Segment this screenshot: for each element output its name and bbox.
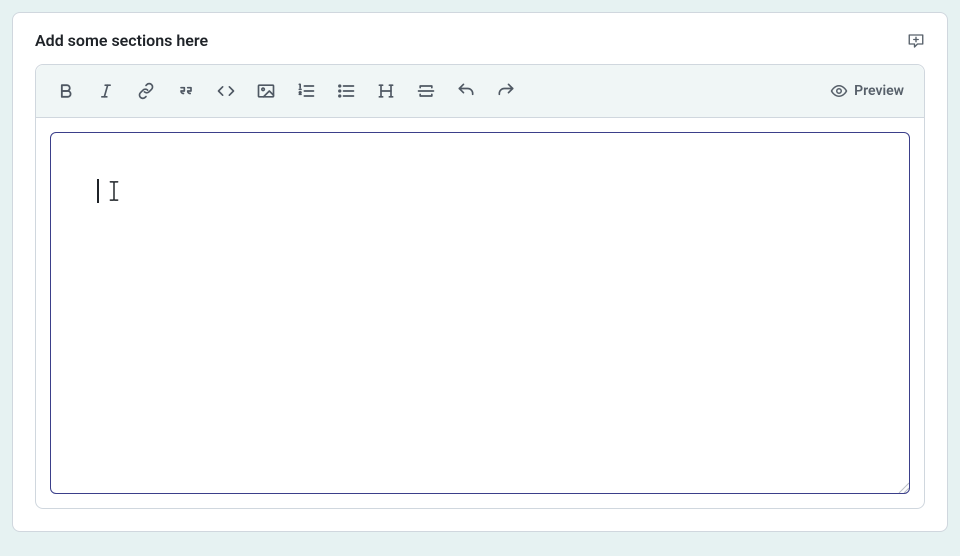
editor-panel: Preview xyxy=(35,64,925,509)
editor-toolbar: Preview xyxy=(36,65,924,118)
card-header: Add some sections here xyxy=(35,31,925,50)
preview-button[interactable]: Preview xyxy=(824,78,910,104)
section-break-button[interactable] xyxy=(410,75,442,107)
content-textarea[interactable] xyxy=(50,132,910,494)
eye-icon xyxy=(830,82,848,100)
unordered-list-icon xyxy=(336,81,356,101)
preview-label: Preview xyxy=(854,83,904,99)
add-comment-button[interactable] xyxy=(907,32,925,50)
card-title: Add some sections here xyxy=(35,31,208,50)
bold-icon xyxy=(56,81,76,101)
redo-icon xyxy=(496,81,516,101)
quote-icon xyxy=(176,81,196,101)
italic-button[interactable] xyxy=(90,75,122,107)
redo-button[interactable] xyxy=(490,75,522,107)
italic-icon xyxy=(96,81,116,101)
image-icon xyxy=(256,81,276,101)
link-button[interactable] xyxy=(130,75,162,107)
unordered-list-button[interactable] xyxy=(330,75,362,107)
image-button[interactable] xyxy=(250,75,282,107)
link-icon xyxy=(136,81,156,101)
editor-card: Add some sections here xyxy=(12,12,948,532)
ordered-list-button[interactable] xyxy=(290,75,322,107)
undo-button[interactable] xyxy=(450,75,482,107)
code-button[interactable] xyxy=(210,75,242,107)
ordered-list-icon xyxy=(296,81,316,101)
undo-icon xyxy=(456,81,476,101)
heading-button[interactable] xyxy=(370,75,402,107)
heading-icon xyxy=(376,81,396,101)
code-icon xyxy=(216,81,236,101)
editor-body xyxy=(36,118,924,508)
speech-bubble-plus-icon xyxy=(907,32,925,50)
bold-button[interactable] xyxy=(50,75,82,107)
quote-button[interactable] xyxy=(170,75,202,107)
section-break-icon xyxy=(416,81,436,101)
